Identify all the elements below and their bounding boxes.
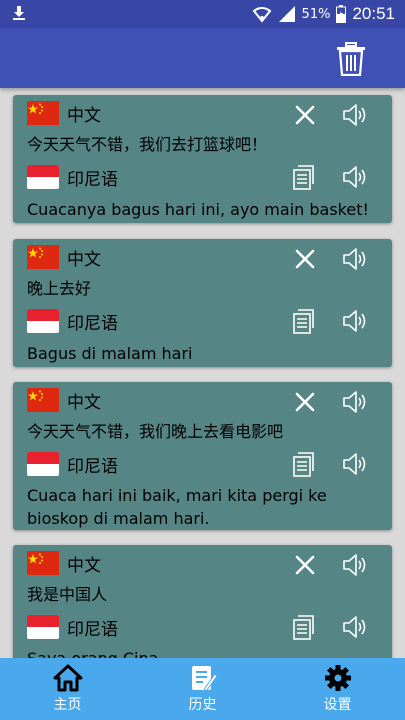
close-icon[interactable] xyxy=(291,101,319,129)
china-flag-icon xyxy=(27,101,59,125)
history-list[interactable]: 中文 今天天气不错，我们去打篮球吧！ 印尼语 Cuacanya bagus ha… xyxy=(0,88,405,658)
target-row: 印尼语 xyxy=(27,613,118,641)
target-row: 印尼语 xyxy=(27,307,118,335)
speaker-icon[interactable] xyxy=(341,245,369,273)
source-language: 中文 xyxy=(67,392,101,413)
history-card[interactable]: 中文 今天天气不错，我们去打篮球吧！ 印尼语 Cuacanya bagus ha… xyxy=(13,95,392,223)
clock: 20:51 xyxy=(352,4,395,23)
battery-percent: 51% xyxy=(301,6,331,22)
speaker-icon[interactable] xyxy=(341,163,369,191)
tab-settings-label: 设置 xyxy=(323,697,352,713)
target-language: 印尼语 xyxy=(67,456,118,477)
source-row: 中文 xyxy=(27,386,101,414)
trash-icon[interactable] xyxy=(335,42,367,76)
speaker-icon[interactable] xyxy=(341,613,369,641)
tab-settings[interactable]: 设置 xyxy=(270,658,405,720)
target-row: 印尼语 xyxy=(27,450,118,478)
target-text: Cuacanya bagus hari ini, ayo main basket… xyxy=(27,200,369,219)
download-icon xyxy=(13,6,25,20)
source-text: 我是中国人 xyxy=(27,585,108,604)
home-icon xyxy=(53,664,82,692)
indonesia-flag-icon xyxy=(27,615,59,639)
copy-icon[interactable] xyxy=(291,450,319,478)
tab-home[interactable]: 主页 xyxy=(0,658,135,720)
source-language: 中文 xyxy=(67,555,101,576)
target-language: 印尼语 xyxy=(67,169,118,190)
tab-home-label: 主页 xyxy=(53,697,82,713)
bottom-nav: 主页 历史 设置 xyxy=(0,658,405,720)
target-language: 印尼语 xyxy=(67,619,118,640)
source-row: 中文 xyxy=(27,243,101,271)
indonesia-flag-icon xyxy=(27,165,59,189)
copy-icon[interactable] xyxy=(291,163,319,191)
edit-note-icon xyxy=(191,666,218,692)
china-flag-icon xyxy=(27,388,59,412)
target-language: 印尼语 xyxy=(67,313,118,334)
tab-history[interactable]: 历史 xyxy=(135,658,270,720)
source-row: 中文 xyxy=(27,99,101,127)
battery-icon xyxy=(336,5,347,23)
wifi-icon xyxy=(252,7,271,23)
close-icon[interactable] xyxy=(291,245,319,273)
china-flag-icon xyxy=(27,551,59,575)
tab-history-label: 历史 xyxy=(188,697,217,713)
target-text: Bagus di malam hari xyxy=(27,344,193,363)
source-language: 中文 xyxy=(67,105,101,126)
source-text: 晚上去好 xyxy=(27,279,92,298)
china-flag-icon xyxy=(27,245,59,269)
signal-icon xyxy=(278,6,295,22)
gear-icon xyxy=(324,665,351,691)
source-row: 中文 xyxy=(27,549,101,577)
speaker-icon[interactable] xyxy=(341,307,369,335)
source-language: 中文 xyxy=(67,249,101,270)
app-bar xyxy=(0,28,405,88)
close-icon[interactable] xyxy=(291,388,319,416)
target-row: 印尼语 xyxy=(27,163,118,191)
copy-icon[interactable] xyxy=(291,307,319,335)
copy-icon[interactable] xyxy=(291,613,319,641)
speaker-icon[interactable] xyxy=(341,551,369,579)
indonesia-flag-icon xyxy=(27,452,59,476)
target-text: Saya orang Cina xyxy=(27,647,380,658)
source-text: 今天天气不错，我们去打篮球吧！ xyxy=(27,135,268,154)
source-text: 今天天气不错，我们晚上去看电影吧 xyxy=(27,422,284,441)
close-icon[interactable] xyxy=(291,551,319,579)
history-card[interactable]: 中文 晚上去好 印尼语 Bagus di malam hari xyxy=(13,239,392,367)
indonesia-flag-icon xyxy=(27,309,59,333)
speaker-icon[interactable] xyxy=(341,450,369,478)
history-card[interactable]: 中文 今天天气不错，我们晚上去看电影吧 印尼语 Cuaca hari ini b… xyxy=(13,382,392,530)
speaker-icon[interactable] xyxy=(341,388,369,416)
status-bar: 51% 20:51 xyxy=(0,0,405,28)
speaker-icon[interactable] xyxy=(341,101,369,129)
target-text: Cuaca hari ini baik, mari kita pergi ke … xyxy=(27,486,327,528)
history-card[interactable]: 中文 我是中国人 印尼语 Saya orang Cina xyxy=(13,545,392,658)
